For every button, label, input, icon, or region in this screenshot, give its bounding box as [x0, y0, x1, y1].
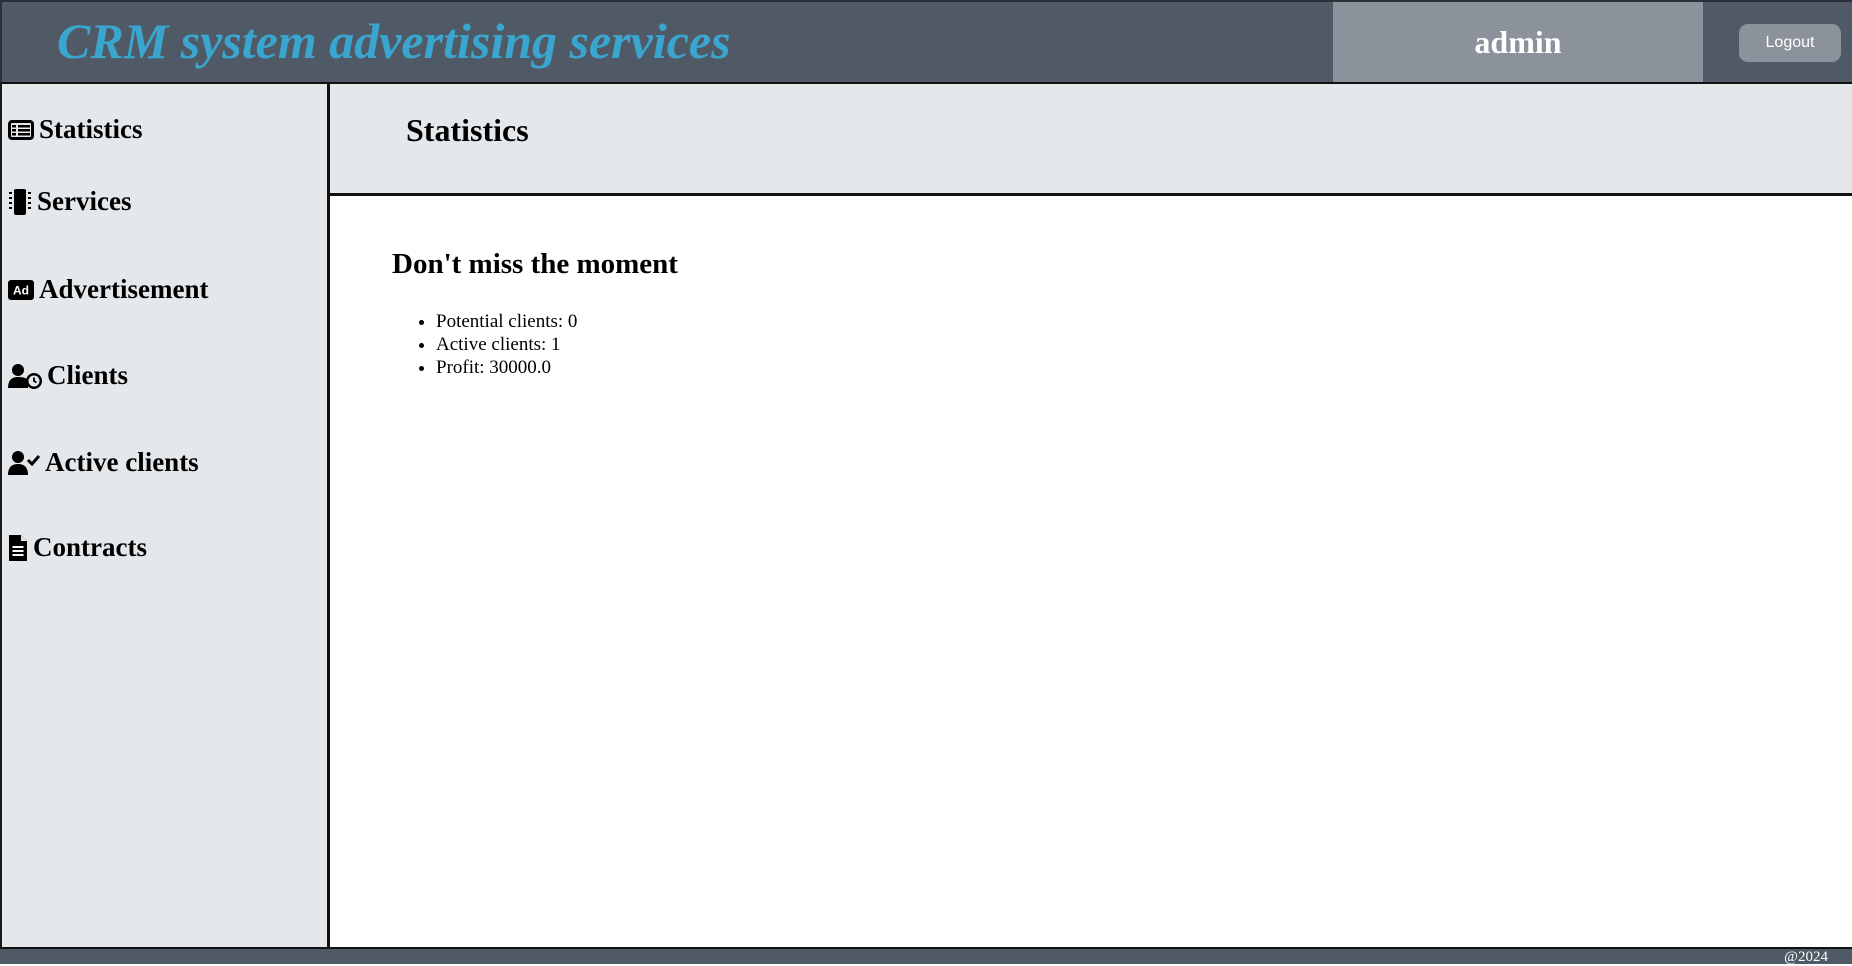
logout-button[interactable]: Logout: [1739, 24, 1841, 62]
sidebar-item-active-clients[interactable]: Active clients: [8, 447, 199, 478]
sidebar-item-label: Active clients: [45, 447, 199, 477]
sidebar-item-label: Contracts: [33, 532, 147, 562]
top-bar: CRM system advertising services admin Lo…: [0, 0, 1852, 84]
sidebar-item-advertisement[interactable]: Ad Advertisement: [8, 274, 208, 305]
sidebar-item-clients[interactable]: Clients: [8, 360, 128, 391]
sidebar-item-services[interactable]: Services: [8, 186, 131, 217]
ad-icon: Ad: [8, 279, 34, 300]
sidebar-item-label: Advertisement: [39, 274, 209, 304]
page-title: Statistics: [406, 112, 529, 148]
sidebar-item-contracts[interactable]: Contracts: [8, 532, 147, 563]
file-lines-icon: [9, 534, 27, 561]
sidebar-item-label: Clients: [47, 360, 128, 390]
svg-text:Ad: Ad: [13, 283, 29, 297]
user-check-icon: [8, 450, 40, 475]
table-list-icon: [8, 119, 34, 140]
footer: @2024: [0, 947, 1852, 965]
app-title: CRM system advertising services: [57, 13, 731, 69]
section-title: Don't miss the moment: [392, 248, 678, 280]
user-clock-icon: [8, 363, 42, 389]
stat-potential-clients: Potential clients: 0: [436, 310, 577, 333]
footer-copyright: @2024: [1784, 949, 1828, 965]
sidebar-item-statistics[interactable]: Statistics: [8, 114, 143, 145]
sidebar-item-label: Services: [37, 186, 132, 216]
user-info: admin: [1333, 2, 1703, 82]
page-header: Statistics: [330, 84, 1852, 196]
stat-profit: Profit: 30000.0: [436, 356, 577, 379]
sim-card-icon: [9, 188, 31, 215]
username: admin: [1474, 23, 1562, 60]
sidebar: Statistics Services Ad Advertisement Cli…: [0, 84, 330, 947]
stats-list: Potential clients: 0 Active clients: 1 P…: [436, 310, 577, 379]
sidebar-item-label: Statistics: [39, 114, 143, 144]
main-content: Don't miss the moment Potential clients:…: [330, 196, 1852, 947]
stat-active-clients: Active clients: 1: [436, 333, 577, 356]
